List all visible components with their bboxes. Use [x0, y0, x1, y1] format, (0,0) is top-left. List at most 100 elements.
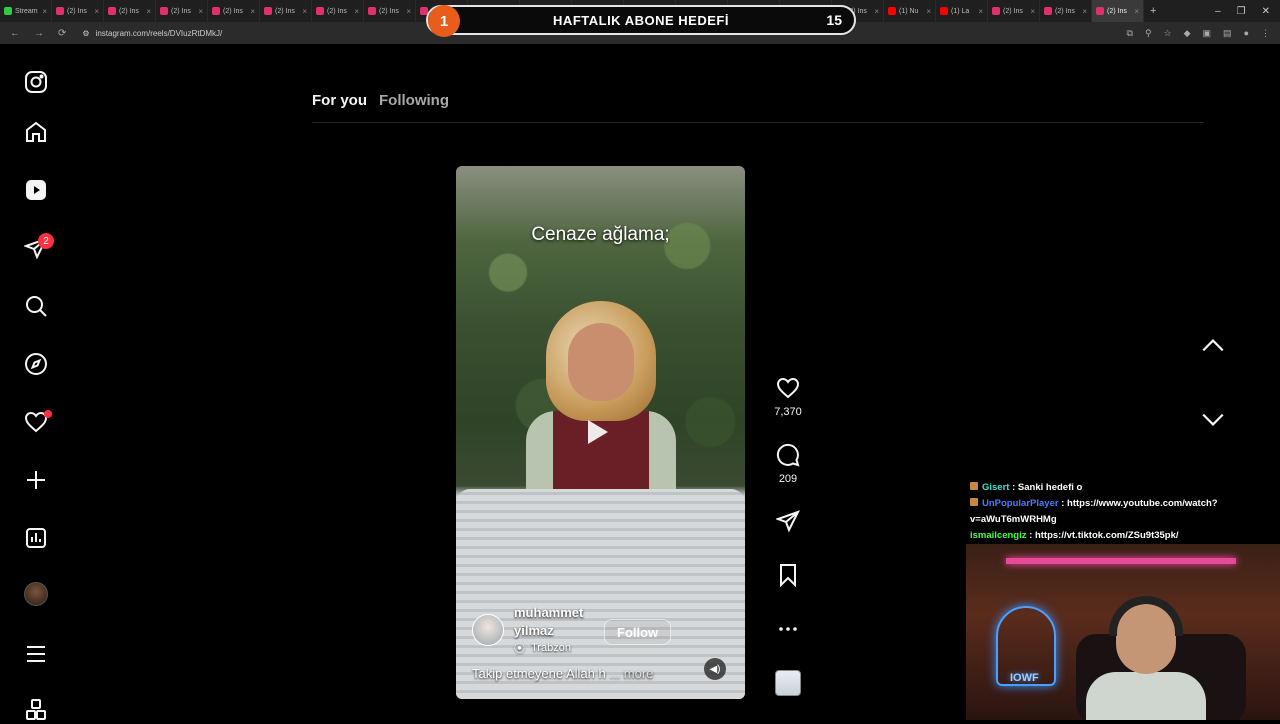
- comment-icon: [776, 443, 800, 467]
- browser-menu-icon[interactable]: ⋮: [1261, 28, 1270, 39]
- search-icon[interactable]: [22, 292, 50, 320]
- webcam-shelf-light: [1006, 558, 1236, 564]
- bookmark-icon: [780, 564, 796, 587]
- chat-message: ismailcengiz : https://vt.tiktok.com/ZSu…: [970, 530, 1179, 541]
- instagram-sidebar: 2: [0, 44, 72, 720]
- tab-close-icon[interactable]: ×: [1030, 7, 1035, 16]
- share-action[interactable]: [774, 509, 802, 533]
- browser-tab[interactable]: (2) Ins ×: [1092, 0, 1144, 22]
- tab-favicon-icon: [212, 7, 220, 15]
- save-action[interactable]: [774, 563, 802, 587]
- chat-message: UnPopularPlayer : https://www.youtube.co…: [970, 498, 1218, 525]
- minimize-icon[interactable]: –: [1215, 6, 1221, 17]
- install-icon[interactable]: ⧉: [1127, 28, 1133, 39]
- reel-description: Takip etmeyene Allah h ... more: [472, 666, 653, 681]
- feed-divider: [312, 122, 1204, 123]
- tab-close-icon[interactable]: ×: [42, 7, 47, 16]
- close-window-icon[interactable]: ✕: [1262, 6, 1270, 17]
- reel-author[interactable]: muhammet yilmaz ⦿ Trabzon: [472, 604, 604, 656]
- more-dots-icon: [779, 627, 797, 631]
- more-menu-icon[interactable]: [22, 640, 50, 668]
- profile-icon[interactable]: ●: [1244, 28, 1249, 39]
- tab-label: (1) La: [951, 7, 970, 15]
- explore-compass-icon[interactable]: [22, 350, 50, 378]
- browser-tab[interactable]: (2) Ins ×: [156, 0, 208, 22]
- tab-close-icon[interactable]: ×: [978, 7, 983, 16]
- cast-icon[interactable]: ▤: [1223, 28, 1232, 39]
- tab-close-icon[interactable]: ×: [406, 7, 411, 16]
- tab-close-icon[interactable]: ×: [198, 7, 203, 16]
- audio-thumbnail[interactable]: [775, 670, 801, 696]
- tab-label: (2) Ins: [171, 7, 191, 15]
- site-info-icon[interactable]: ⚙: [82, 29, 89, 38]
- zoom-icon[interactable]: ⚲: [1145, 28, 1152, 39]
- browser-tab[interactable]: (1) Nu ×: [884, 0, 936, 22]
- like-count: 7,370: [774, 406, 802, 418]
- reels-icon[interactable]: [22, 176, 50, 204]
- tab-close-icon[interactable]: ×: [146, 7, 151, 16]
- extensions-puzzle-icon[interactable]: ▣: [1203, 28, 1212, 39]
- instagram-logo-icon[interactable]: [22, 68, 50, 96]
- browser-tab[interactable]: (2) Ins ×: [364, 0, 416, 22]
- browser-tab[interactable]: (2) Ins ×: [52, 0, 104, 22]
- tab-for-you[interactable]: For you: [312, 92, 367, 109]
- audio-toggle-icon[interactable]: ◀): [704, 658, 726, 680]
- stream-chat-overlay: Gisert : Sanki hedefi o UnPopularPlayer …: [970, 480, 1270, 544]
- previous-reel-chevron-up-icon[interactable]: [1200, 333, 1226, 359]
- browser-tab[interactable]: (2) Ins ×: [312, 0, 364, 22]
- forward-icon[interactable]: →: [34, 28, 44, 39]
- profile-avatar[interactable]: [24, 582, 48, 606]
- create-plus-icon[interactable]: [22, 466, 50, 494]
- comment-action[interactable]: 209: [774, 443, 802, 485]
- bookmark-star-icon[interactable]: ☆: [1164, 28, 1172, 39]
- tab-close-icon[interactable]: ×: [302, 7, 307, 16]
- browser-tab[interactable]: (2) Ins ×: [104, 0, 156, 22]
- reload-icon[interactable]: ⟳: [58, 28, 66, 39]
- tab-label: (1) Nu: [899, 7, 919, 15]
- like-action[interactable]: 7,370: [774, 376, 802, 418]
- goal-count: 15: [826, 12, 842, 28]
- browser-tab[interactable]: (2) Ins ×: [1040, 0, 1092, 22]
- tab-close-icon[interactable]: ×: [94, 7, 99, 16]
- video-person: [526, 301, 676, 511]
- play-icon[interactable]: [588, 420, 608, 444]
- tab-favicon-icon: [108, 7, 116, 15]
- tab-label: (2) Ins: [1107, 7, 1127, 15]
- tab-following[interactable]: Following: [379, 92, 449, 109]
- url-text[interactable]: instagram.com/reels/DVIuzRtDMkJ/: [96, 29, 223, 38]
- next-reel-chevron-down-icon[interactable]: [1200, 406, 1226, 432]
- home-icon[interactable]: [22, 118, 50, 146]
- author-location[interactable]: ⦿ Trabzon: [514, 640, 604, 656]
- new-tab-icon[interactable]: +: [1144, 5, 1162, 17]
- activity-dot: [44, 410, 52, 418]
- more-link[interactable]: ... more: [609, 666, 653, 681]
- browser-tab[interactable]: (1) La ×: [936, 0, 988, 22]
- chat-username: UnPopularPlayer: [982, 498, 1059, 509]
- goal-title: HAFTALIK ABONE HEDEFİ: [553, 12, 729, 28]
- reel-video[interactable]: Cenaze ağlama; muhammet yilmaz ⦿ Trabzon…: [456, 166, 745, 699]
- more-options-action[interactable]: [774, 617, 802, 641]
- comment-count: 209: [778, 473, 798, 485]
- description-text: Takip etmeyene Allah h: [472, 666, 606, 681]
- tab-label: (2) Ins: [67, 7, 87, 15]
- browser-tab[interactable]: Stream ×: [0, 0, 52, 22]
- restore-icon[interactable]: ❐: [1237, 6, 1246, 17]
- browser-tab[interactable]: (2) Ins ×: [260, 0, 312, 22]
- tab-close-icon[interactable]: ×: [1134, 7, 1139, 16]
- tab-favicon-icon: [4, 7, 12, 15]
- author-avatar[interactable]: [472, 614, 504, 646]
- dashboard-icon[interactable]: [22, 524, 50, 552]
- tab-close-icon[interactable]: ×: [1082, 7, 1087, 16]
- neon-sign-text: IOWF: [1010, 672, 1039, 684]
- tab-close-icon[interactable]: ×: [874, 7, 879, 16]
- tab-close-icon[interactable]: ×: [926, 7, 931, 16]
- tab-close-icon[interactable]: ×: [354, 7, 359, 16]
- tab-label: (2) Ins: [223, 7, 243, 15]
- browser-tab[interactable]: (2) Ins ×: [208, 0, 260, 22]
- back-icon[interactable]: ←: [10, 28, 20, 39]
- author-name[interactable]: muhammet yilmaz: [514, 604, 604, 640]
- tab-close-icon[interactable]: ×: [250, 7, 255, 16]
- extension-icon[interactable]: ◆: [1184, 28, 1191, 39]
- browser-tab[interactable]: (2) Ins ×: [988, 0, 1040, 22]
- follow-button[interactable]: Follow: [604, 619, 672, 645]
